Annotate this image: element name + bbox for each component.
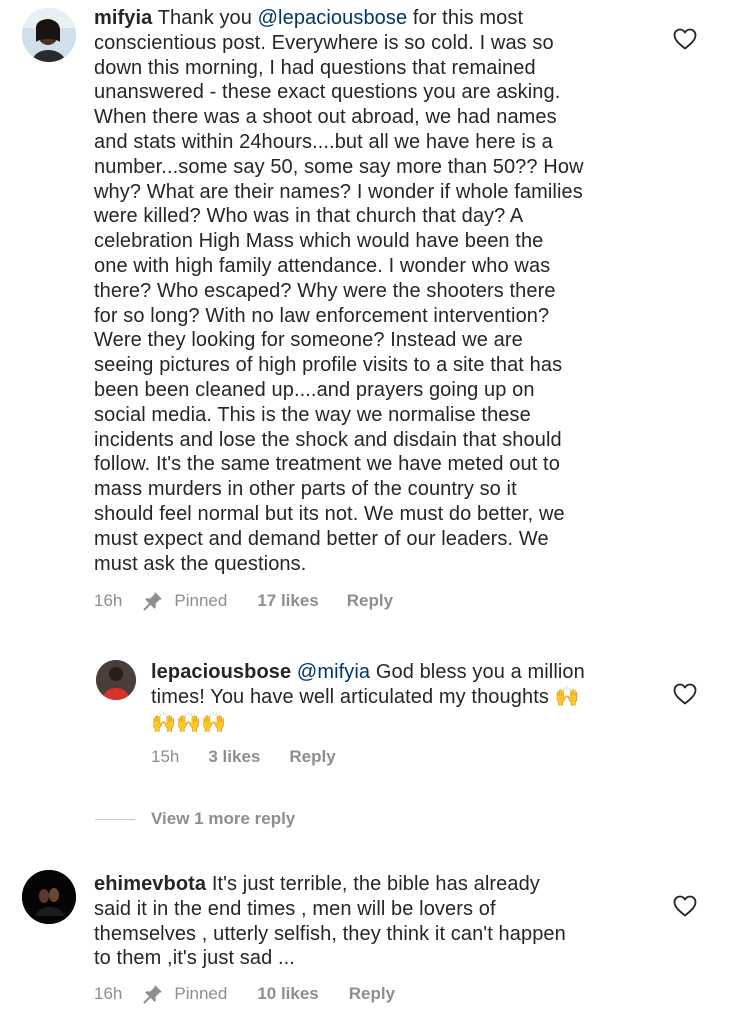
heart-outline-icon[interactable] (673, 28, 697, 50)
comment-text-line: seeing pictures of high profile visits t… (94, 354, 563, 377)
view-more-label[interactable]: View 1 more reply (151, 809, 295, 829)
mention-link[interactable]: @mifyia (297, 661, 370, 683)
comment-time: 16h (94, 591, 123, 610)
comment-text: lepaciousbose @mifyia God bless you a mi… (151, 660, 651, 735)
reply-button[interactable]: Reply (349, 984, 395, 1004)
pin-icon (143, 592, 163, 611)
comment-text-line: and stats within 24hours....but all we h… (94, 130, 553, 153)
raised-hands-emoji: 🙌🙌🙌 (151, 709, 227, 734)
comment-meta: 16h Pinned 10 likes Reply (94, 983, 395, 1005)
avatar[interactable] (22, 870, 76, 924)
comment-text-line: incidents and lose the shock and disdain… (94, 428, 562, 451)
comment-meta: 16h Pinned 17 likes Reply (94, 590, 393, 612)
comment-text-line: why? What are their names? I wonder if w… (94, 180, 583, 203)
comment-text-line: celebration High Mass which would have b… (94, 230, 544, 253)
comment-text-line: Were they looking for someone? Instead w… (94, 329, 523, 352)
comment-text-line: been been cleaned up....and prayers goin… (94, 378, 535, 401)
comment-text-line: social media. This is the way we normali… (94, 403, 531, 426)
comment-meta: 15h 3 likes Reply (151, 747, 336, 767)
comment-text-line: one with high family attendance. I wonde… (94, 254, 551, 277)
comment-text-prefix: Thank you (157, 7, 258, 29)
comment-text-line: It's just terrible, the bible has alread… (206, 873, 540, 895)
comment-text-line: down this morning, I had questions that … (94, 56, 536, 79)
heart-outline-icon[interactable] (673, 683, 697, 705)
avatar-image (96, 660, 136, 700)
mention-link[interactable]: @lepaciousbose (258, 7, 408, 29)
comment-time: 15h (151, 747, 180, 766)
comment-text: mifyia Thank you @lepaciousbose for this… (94, 6, 654, 576)
comment-username[interactable]: ehimevbota (94, 873, 206, 895)
avatar[interactable] (22, 8, 76, 62)
avatar-image (22, 8, 76, 62)
comment-text: ehimevbota It's just terrible, the bible… (94, 872, 654, 971)
comment-username[interactable]: mifyia (94, 7, 152, 29)
avatar[interactable] (96, 660, 136, 700)
likes-count[interactable]: 17 likes (257, 591, 318, 611)
reply-button[interactable]: Reply (289, 747, 335, 767)
comment-text-line: to them ,it's just sad ... (94, 947, 295, 970)
comment-text-line: must ask the questions. (94, 552, 307, 575)
comment-text-line: times! You have well articulated my thou… (151, 685, 580, 708)
comment-text-line: number...some say 50, some say more than… (94, 155, 584, 178)
pinned-indicator: Pinned (142, 590, 227, 612)
comment-time: 16h (94, 984, 123, 1003)
heart-outline-icon[interactable] (673, 895, 697, 917)
likes-count[interactable]: 3 likes (208, 747, 260, 767)
view-more-replies-button[interactable]: View 1 more reply (95, 809, 295, 829)
comment-text-line: there? Who escaped? Why were the shooter… (94, 279, 556, 302)
divider-line (95, 818, 135, 820)
comment-text-line: mass murders in other parts of the count… (94, 478, 517, 501)
comment-text-line: were killed? Who was in that church that… (94, 205, 524, 228)
comment-text-line: unanswered - these exact questions you a… (94, 81, 561, 104)
likes-count[interactable]: 10 likes (257, 984, 318, 1004)
pinned-label: Pinned (174, 984, 228, 1003)
comment-text-line: themselves , utterly selfish, they think… (94, 922, 566, 945)
pinned-label: Pinned (174, 591, 228, 610)
comment-text-line: for so long? With no law enforcement int… (94, 304, 550, 327)
comments-thread: mifyia Thank you @lepaciousbose for this… (0, 0, 734, 1024)
comment-username[interactable]: lepaciousbose (151, 661, 291, 683)
comment-text-line: must expect and demand better of our lea… (94, 527, 549, 550)
comment-text-line: follow. It's the same treatment we have … (94, 453, 560, 476)
comment-text-line: conscientious post. Everywhere is so col… (94, 31, 554, 54)
comment-text-line: When there was a shoot out abroad, we ha… (94, 106, 557, 129)
reply-button[interactable]: Reply (347, 591, 393, 611)
avatar-image (22, 870, 76, 924)
comment-text-line: should feel normal but its not. We must … (94, 502, 565, 525)
pin-icon (143, 985, 163, 1004)
comment-text-line: said it in the end times , men will be l… (94, 897, 496, 920)
pinned-indicator: Pinned (142, 983, 227, 1005)
comment-text-line: for this most (407, 7, 524, 29)
comment-text-line: God bless you a million (370, 661, 585, 683)
